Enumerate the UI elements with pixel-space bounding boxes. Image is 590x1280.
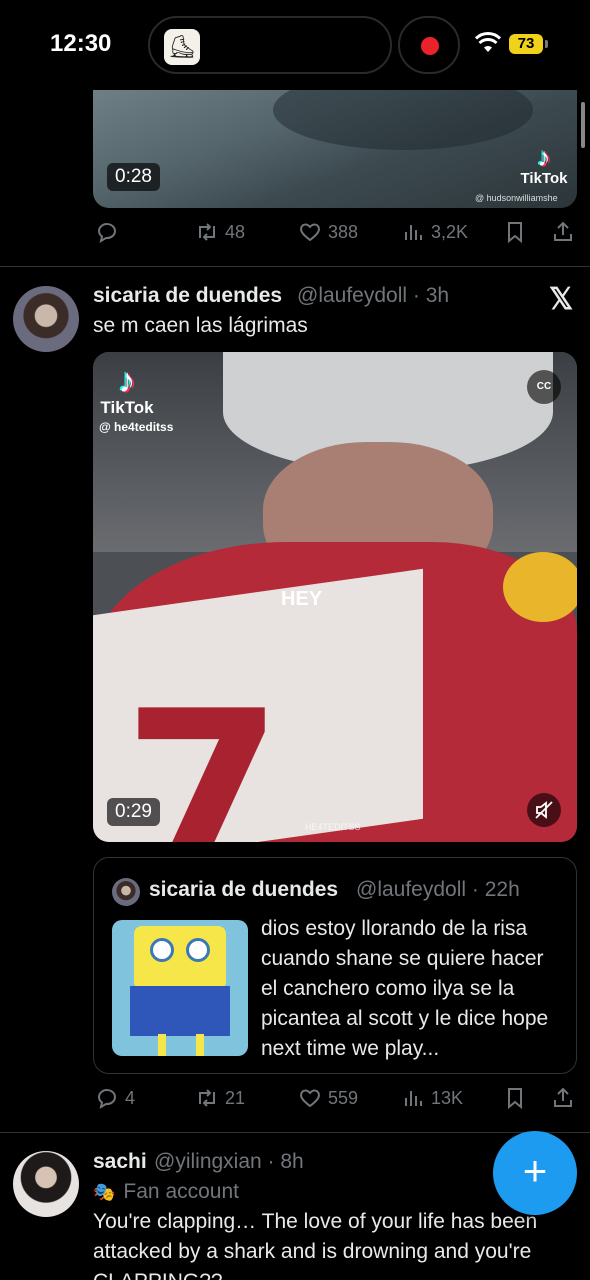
share-icon — [554, 221, 572, 241]
record-icon — [421, 37, 439, 55]
heart-icon — [300, 1089, 320, 1108]
repost-icon — [199, 223, 215, 241]
battery-icon: 73 — [509, 34, 543, 54]
account-label-text: Fan account — [123, 1180, 239, 1203]
quoted-author-handle: @laufeydoll · 22h — [356, 878, 520, 901]
spongebob-eye — [150, 938, 174, 962]
compose-post-button[interactable]: + — [493, 1131, 577, 1215]
tiktok-watermark: ♪ TikTok — [509, 144, 577, 187]
repost-button[interactable]: 48 — [195, 220, 245, 244]
tweet-separator — [0, 1132, 590, 1133]
captions-button[interactable]: CC — [527, 370, 561, 404]
spongebob-pants — [130, 986, 230, 1036]
bookmark-icon — [508, 1088, 522, 1110]
tweet2-actions: 4 21 559 13K — [93, 1086, 577, 1116]
account-label: 🎭 Fan account — [93, 1180, 239, 1204]
battery-tip — [545, 40, 548, 48]
quoted-avatar — [112, 878, 140, 906]
views-count: 13K — [431, 1087, 464, 1108]
dynamic-island[interactable]: ⛸ — [148, 16, 392, 74]
like-button[interactable]: 388 — [298, 220, 358, 244]
bookmark-button[interactable] — [503, 220, 527, 244]
video-shade — [273, 90, 533, 150]
screen-recording-indicator[interactable] — [398, 16, 460, 74]
reply-count: 4 — [125, 1087, 136, 1108]
share-icon — [554, 1087, 572, 1107]
tweet1-actions: 48 388 3,2K — [93, 220, 577, 250]
spongebob-eye — [186, 938, 210, 962]
reply-button[interactable]: 4 — [95, 1086, 135, 1110]
like-button[interactable]: 559 — [298, 1086, 358, 1110]
like-count: 559 — [328, 1087, 359, 1108]
views-button[interactable]: 3,2K — [401, 220, 468, 244]
reply-icon — [97, 1089, 116, 1110]
views-icon — [405, 225, 422, 240]
tweet2-video[interactable]: 7 HEY ♪ TikTok @ he4teditss CC 0:29 HE4T… — [93, 352, 577, 842]
tiktok-watermark: ♪ TikTok — [97, 364, 157, 418]
status-bar: 12:30 ⛸ 73 — [0, 0, 590, 90]
bookmark-button[interactable] — [503, 1086, 527, 1110]
video-duration: 0:29 — [107, 798, 160, 826]
video-yellow-shape — [503, 552, 577, 622]
quoted-author-name: sicaria de duendes — [149, 878, 339, 901]
share-button[interactable] — [551, 1086, 575, 1110]
spongebob-body — [134, 926, 226, 990]
clock: 12:30 — [50, 30, 112, 57]
quoted-tweet[interactable]: sicaria de duendes @laufeydoll · 22h dio… — [93, 857, 577, 1074]
quoted-image[interactable] — [112, 920, 248, 1056]
reply-icon — [97, 223, 116, 244]
speaker-muted-icon — [535, 801, 553, 819]
repost-count: 48 — [225, 221, 246, 242]
tweet-author-handle[interactable]: @yilingxian · 8h — [154, 1150, 304, 1174]
share-button[interactable] — [551, 220, 575, 244]
wifi-icon — [475, 32, 501, 52]
video-caption: HEY — [281, 588, 323, 610]
repost-count: 21 — [225, 1087, 246, 1108]
tweet-separator — [0, 266, 590, 267]
repost-icon — [199, 1089, 215, 1107]
spongebob-leg — [196, 1034, 204, 1056]
views-count: 3,2K — [431, 221, 469, 242]
reply-button[interactable] — [95, 220, 119, 244]
video-watermark: HE4TEDITSS — [305, 822, 361, 832]
tweet-text: You're clapping… The love of your life h… — [93, 1210, 538, 1280]
video-duration: 0:28 — [107, 163, 160, 191]
views-button[interactable]: 13K — [401, 1086, 463, 1110]
like-count: 388 — [328, 221, 359, 242]
tweet-author-name[interactable]: sicaria de duendes — [93, 284, 282, 308]
avatar[interactable] — [13, 1151, 79, 1217]
views-icon — [405, 1091, 422, 1106]
tiktok-handle: @ he4teditss — [99, 420, 174, 434]
tweet-author-handle[interactable]: @laufeydoll · 3h — [297, 284, 449, 308]
mute-button[interactable] — [527, 793, 561, 827]
scrollbar[interactable] — [581, 102, 585, 148]
spongebob-leg — [158, 1034, 166, 1056]
heart-icon — [300, 223, 320, 242]
tweet-text: se m caen las lágrimas — [93, 314, 308, 337]
bookmark-icon — [508, 222, 522, 244]
hockey-app-icon: ⛸ — [164, 29, 200, 65]
tiktok-label: TikTok — [100, 398, 154, 417]
repost-button[interactable]: 21 — [195, 1086, 245, 1110]
tweet1-video[interactable]: 0:28 ♪ TikTok @ hudsonwilliamshe — [93, 90, 577, 208]
tiktok-icon: ♪ — [118, 362, 136, 400]
tiktok-label: TikTok — [520, 170, 568, 187]
avatar[interactable] — [13, 286, 79, 352]
tweet-author-name[interactable]: sachi — [93, 1150, 147, 1174]
tiktok-handle: @ hudsonwilliamshe — [475, 193, 558, 203]
quoted-text: dios estoy llorando de la risa cuando sh… — [261, 917, 549, 1060]
tiktok-icon: ♪ — [537, 142, 551, 172]
theater-masks-icon: 🎭 — [93, 1181, 116, 1202]
